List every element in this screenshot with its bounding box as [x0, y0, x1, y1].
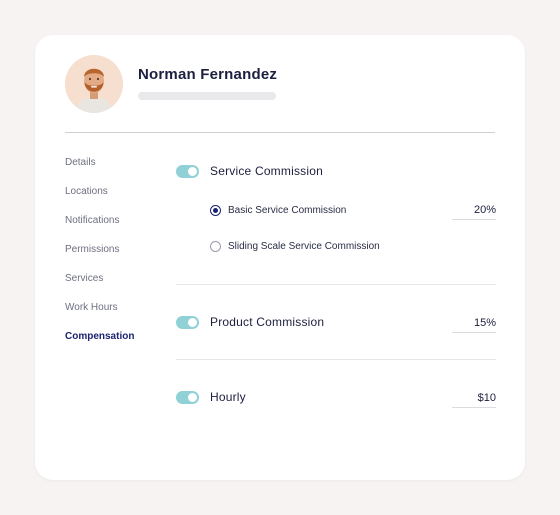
sidebar-item-work-hours[interactable]: Work Hours: [65, 302, 134, 331]
toggle-knob: [188, 318, 197, 327]
staff-profile-card: Norman Fernandez Details Locations Notif…: [35, 35, 525, 480]
hourly-rate-input[interactable]: $10: [452, 392, 496, 408]
profile-subtitle-placeholder: [138, 92, 276, 100]
service-commission-label: Service Commission: [210, 164, 323, 178]
hourly-label: Hourly: [210, 390, 246, 404]
hourly-toggle[interactable]: [176, 391, 199, 404]
service-commission-toggle[interactable]: [176, 165, 199, 178]
sidebar-item-permissions[interactable]: Permissions: [65, 244, 134, 273]
basic-service-commission-radio[interactable]: [210, 205, 221, 216]
product-commission-label: Product Commission: [210, 315, 325, 329]
sliding-scale-commission-label: Sliding Scale Service Commission: [228, 241, 380, 252]
sidebar-item-locations[interactable]: Locations: [65, 186, 134, 215]
product-commission-input[interactable]: 15%: [452, 317, 496, 333]
sidebar-item-notifications[interactable]: Notifications: [65, 215, 134, 244]
toggle-knob: [188, 393, 197, 402]
section-divider: [176, 359, 496, 360]
sidebar-item-services[interactable]: Services: [65, 273, 134, 302]
sliding-scale-commission-radio[interactable]: [210, 241, 221, 252]
avatar: [65, 55, 123, 113]
section-divider: [176, 284, 496, 285]
sidebar-item-compensation[interactable]: Compensation: [65, 331, 134, 360]
sidebar-nav: Details Locations Notifications Permissi…: [65, 157, 134, 360]
toggle-knob: [188, 167, 197, 176]
basic-service-commission-input[interactable]: 20%: [452, 204, 496, 220]
basic-service-commission-label: Basic Service Commission: [228, 205, 347, 216]
sidebar-item-details[interactable]: Details: [65, 157, 134, 186]
profile-name: Norman Fernandez: [138, 66, 278, 83]
product-commission-toggle[interactable]: [176, 316, 199, 329]
header-divider: [65, 132, 495, 133]
